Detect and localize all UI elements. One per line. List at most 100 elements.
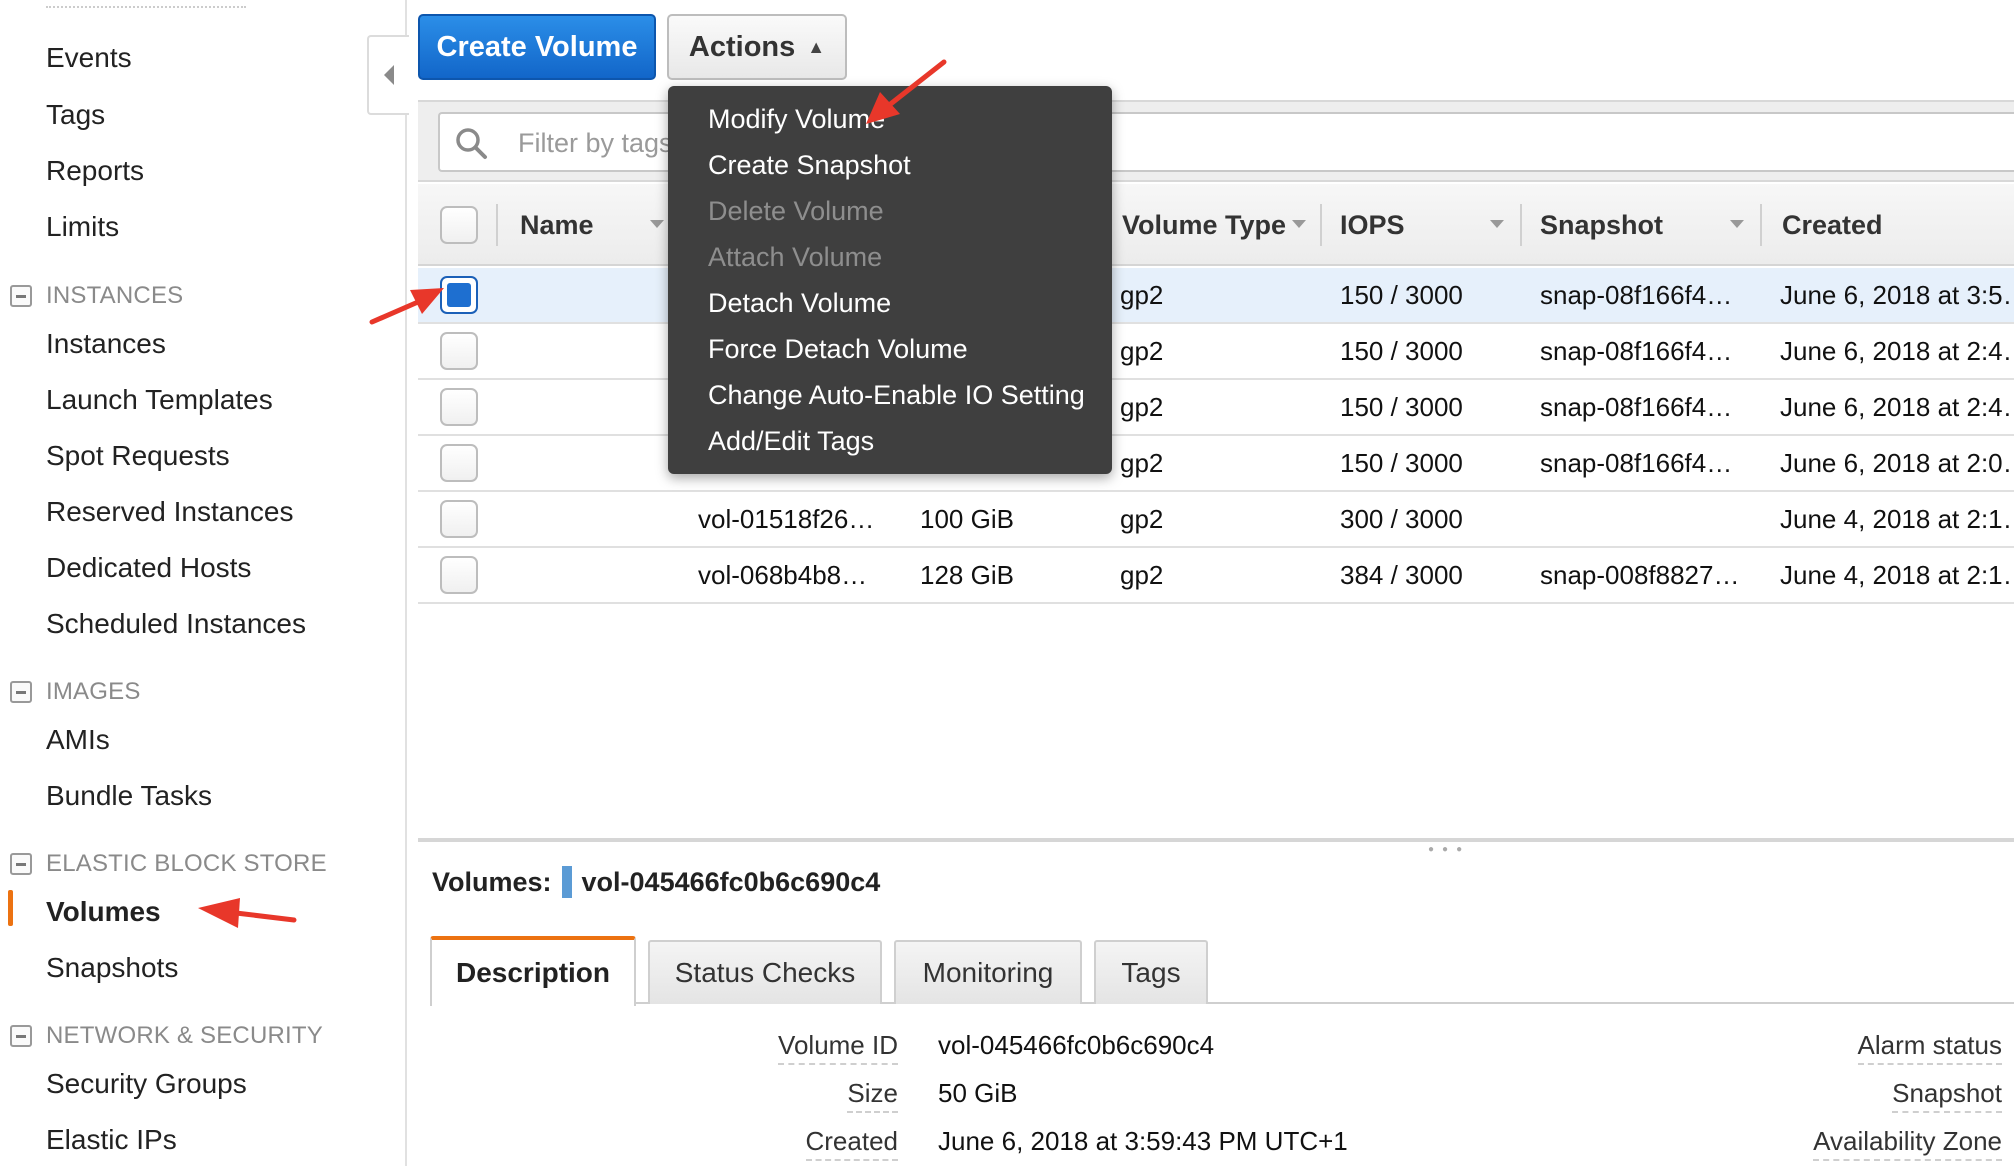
cell-snapshot: snap-08f166f4… bbox=[1540, 280, 1733, 310]
collapse-section-icon[interactable] bbox=[10, 681, 32, 703]
cell-snapshot: snap-008f8827… bbox=[1540, 560, 1740, 590]
collapse-section-icon[interactable] bbox=[10, 1025, 32, 1047]
sidebar-item-volumes[interactable]: Volumes bbox=[46, 896, 161, 928]
column-header-volume-type[interactable]: Volume Type bbox=[1122, 184, 1286, 266]
table-row[interactable]: gp2 150 / 3000 snap-08f166f4… June 6, 20… bbox=[418, 380, 2014, 436]
section-label: INSTANCES bbox=[46, 282, 184, 309]
menu-item-modify-volume[interactable]: Modify Volume bbox=[708, 104, 885, 135]
column-header-created[interactable]: Created bbox=[1782, 184, 1883, 266]
cell-iops: 150 / 3000 bbox=[1340, 392, 1463, 422]
caret-left-icon bbox=[384, 65, 394, 85]
collapse-section-icon[interactable] bbox=[10, 285, 32, 307]
field-label-created: Created bbox=[805, 1126, 898, 1161]
menu-item-change-auto-enable-io[interactable]: Change Auto-Enable IO Setting bbox=[708, 380, 1085, 411]
section-network-security[interactable]: NETWORK & SECURITY bbox=[10, 1016, 323, 1056]
field-label-volume-id: Volume ID bbox=[778, 1030, 898, 1065]
detail-tabs: Description Status Checks Monitoring Tag… bbox=[430, 936, 2014, 1006]
sidebar-item-spot-requests[interactable]: Spot Requests bbox=[46, 440, 230, 472]
cell-size: 128 GiB bbox=[920, 560, 1014, 590]
detail-title: Volumes: vol-045466fc0b6c690c4 bbox=[432, 866, 880, 898]
cell-volume-type: gp2 bbox=[1120, 560, 1164, 590]
sidebar-item-amis[interactable]: AMIs bbox=[46, 724, 110, 756]
column-separator bbox=[1760, 204, 1762, 246]
menu-item-detach-volume[interactable]: Detach Volume bbox=[708, 288, 891, 319]
column-header-snapshot[interactable]: Snapshot bbox=[1540, 184, 1663, 266]
tab-status-checks[interactable]: Status Checks bbox=[648, 940, 882, 1004]
sort-caret-icon[interactable] bbox=[650, 220, 664, 228]
pane-splitter[interactable] bbox=[418, 838, 2014, 842]
menu-item-create-snapshot[interactable]: Create Snapshot bbox=[708, 150, 911, 181]
sidebar-item-scheduled-instances[interactable]: Scheduled Instances bbox=[46, 608, 306, 640]
sidebar-item-snapshots[interactable]: Snapshots bbox=[46, 952, 178, 984]
cell-volume-type: gp2 bbox=[1120, 280, 1164, 310]
actions-button[interactable]: Actions ▲ bbox=[667, 14, 847, 80]
cell-snapshot: snap-08f166f4… bbox=[1540, 448, 1733, 478]
cell-iops: 150 / 3000 bbox=[1340, 280, 1463, 310]
cell-created: June 6, 2018 at 2:4… bbox=[1780, 336, 2014, 366]
sort-caret-icon[interactable] bbox=[1292, 220, 1306, 228]
section-label: ELASTIC BLOCK STORE bbox=[46, 850, 327, 877]
cell-volume-id: vol-068b4b8… bbox=[698, 560, 868, 590]
sort-caret-icon[interactable] bbox=[1730, 220, 1744, 228]
field-value-size: 50 GiB bbox=[938, 1078, 1018, 1108]
sidebar-item-reports[interactable]: Reports bbox=[46, 155, 144, 187]
active-indicator bbox=[8, 890, 13, 926]
sidebar-collapse-button[interactable] bbox=[367, 35, 409, 115]
column-header-name[interactable]: Name bbox=[520, 184, 594, 266]
tab-monitoring[interactable]: Monitoring bbox=[894, 940, 1082, 1004]
create-volume-button[interactable]: Create Volume bbox=[418, 14, 656, 80]
tab-description[interactable]: Description bbox=[430, 936, 636, 1006]
column-separator bbox=[1320, 204, 1322, 246]
tab-tags[interactable]: Tags bbox=[1094, 940, 1208, 1004]
sidebar-item-instances[interactable]: Instances bbox=[46, 328, 166, 360]
sort-caret-icon[interactable] bbox=[1490, 220, 1504, 228]
section-images[interactable]: IMAGES bbox=[10, 672, 141, 712]
filter-bar: Filter by tags a bbox=[418, 100, 2014, 182]
detail-title-label: Volumes: bbox=[432, 866, 552, 897]
cell-iops: 384 / 3000 bbox=[1340, 560, 1463, 590]
volume-color-swatch bbox=[561, 866, 572, 898]
menu-item-force-detach-volume[interactable]: Force Detach Volume bbox=[708, 334, 968, 365]
sidebar-item-launch-templates[interactable]: Launch Templates bbox=[46, 384, 273, 416]
menu-item-add-edit-tags[interactable]: Add/Edit Tags bbox=[708, 426, 874, 457]
drag-handle-icon[interactable]: ●●● bbox=[1428, 844, 1470, 855]
actions-menu: Modify Volume Create Snapshot Delete Vol… bbox=[668, 86, 1112, 474]
row-checkbox[interactable] bbox=[440, 388, 478, 426]
sidebar-item-limits[interactable]: Limits bbox=[46, 211, 119, 243]
field-value-created: June 6, 2018 at 3:59:43 PM UTC+1 bbox=[938, 1126, 1348, 1156]
sidebar-item-tags[interactable]: Tags bbox=[46, 99, 105, 131]
collapse-section-icon[interactable] bbox=[10, 853, 32, 875]
section-elastic-block-store[interactable]: ELASTIC BLOCK STORE bbox=[10, 844, 327, 884]
section-instances[interactable]: INSTANCES bbox=[10, 276, 183, 316]
search-icon bbox=[456, 128, 487, 159]
cell-snapshot: snap-08f166f4… bbox=[1540, 392, 1733, 422]
section-label: NETWORK & SECURITY bbox=[46, 1022, 323, 1049]
row-checkbox[interactable] bbox=[440, 332, 478, 370]
row-checkbox[interactable] bbox=[440, 556, 478, 594]
cell-volume-id: vol-01518f26… bbox=[698, 504, 875, 534]
table-row[interactable]: vol-01518f26… 100 GiB gp2 300 / 3000 Jun… bbox=[418, 492, 2014, 548]
sidebar-item-bundle-tasks[interactable]: Bundle Tasks bbox=[46, 780, 212, 812]
annotation-arrow-icon bbox=[369, 288, 444, 325]
table-row[interactable]: vol-068b4b8… 128 GiB gp2 384 / 3000 snap… bbox=[418, 548, 2014, 604]
field-label-snapshot: Snapshot bbox=[1892, 1078, 2002, 1113]
sidebar-item-events[interactable]: Events bbox=[46, 42, 132, 74]
row-checkbox[interactable] bbox=[440, 500, 478, 538]
select-all-checkbox[interactable] bbox=[440, 206, 478, 244]
table-row[interactable]: gp2 150 / 3000 snap-08f166f4… June 6, 20… bbox=[418, 436, 2014, 492]
sidebar: Events Tags Reports Limits INSTANCES Ins… bbox=[0, 0, 407, 1166]
row-checkbox[interactable] bbox=[440, 444, 478, 482]
sidebar-item-reserved-instances[interactable]: Reserved Instances bbox=[46, 496, 293, 528]
field-label-size: Size bbox=[847, 1078, 898, 1113]
sidebar-item-dedicated-hosts[interactable]: Dedicated Hosts bbox=[46, 552, 251, 584]
sidebar-clipped-item bbox=[46, 0, 246, 8]
column-header-iops[interactable]: IOPS bbox=[1340, 184, 1405, 266]
table-row[interactable]: gp2 150 / 3000 snap-08f166f4… June 6, 20… bbox=[418, 324, 2014, 380]
sidebar-item-elastic-ips[interactable]: Elastic IPs bbox=[46, 1124, 177, 1156]
cell-created: June 4, 2018 at 2:1… bbox=[1780, 504, 2014, 534]
table-header: Name Volume Type IOPS Snapshot Created bbox=[418, 184, 2014, 266]
cell-created: June 6, 2018 at 2:4… bbox=[1780, 392, 2014, 422]
sidebar-item-security-groups[interactable]: Security Groups bbox=[46, 1068, 247, 1100]
caret-up-icon: ▲ bbox=[807, 36, 826, 57]
table-row[interactable]: gp2 150 / 3000 snap-08f166f4… June 6, 20… bbox=[418, 268, 2014, 324]
